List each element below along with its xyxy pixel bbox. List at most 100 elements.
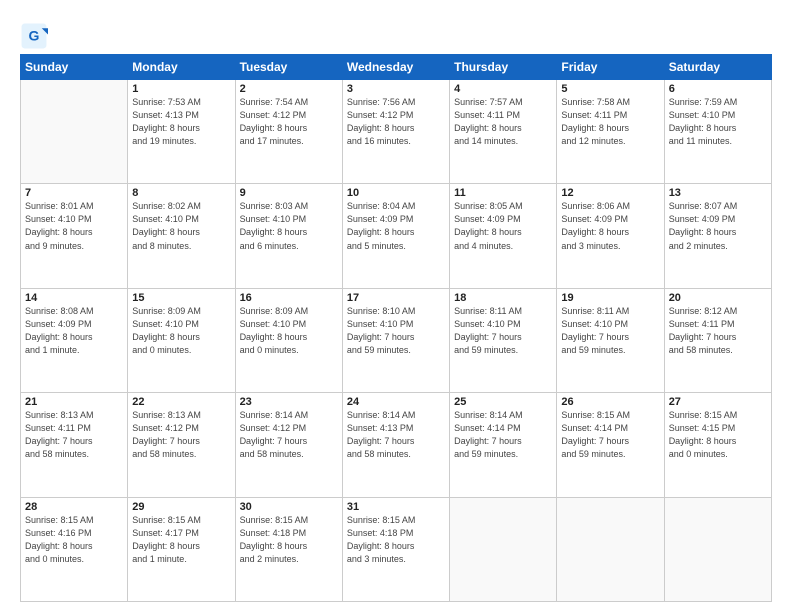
calendar-cell: 1Sunrise: 7:53 AM Sunset: 4:13 PM Daylig… (128, 80, 235, 184)
week-row-4: 21Sunrise: 8:13 AM Sunset: 4:11 PM Dayli… (21, 393, 772, 497)
calendar-cell: 22Sunrise: 8:13 AM Sunset: 4:12 PM Dayli… (128, 393, 235, 497)
day-number: 2 (240, 83, 338, 95)
calendar-cell: 2Sunrise: 7:54 AM Sunset: 4:12 PM Daylig… (235, 80, 342, 184)
calendar-cell (450, 497, 557, 601)
day-info: Sunrise: 8:07 AM Sunset: 4:09 PM Dayligh… (669, 200, 767, 252)
day-number: 30 (240, 501, 338, 513)
calendar-cell: 7Sunrise: 8:01 AM Sunset: 4:10 PM Daylig… (21, 184, 128, 288)
day-info: Sunrise: 8:14 AM Sunset: 4:13 PM Dayligh… (347, 409, 445, 461)
day-number: 13 (669, 187, 767, 199)
day-info: Sunrise: 8:11 AM Sunset: 4:10 PM Dayligh… (454, 305, 552, 357)
calendar-cell (557, 497, 664, 601)
week-row-2: 7Sunrise: 8:01 AM Sunset: 4:10 PM Daylig… (21, 184, 772, 288)
day-number: 6 (669, 83, 767, 95)
weekday-header-wednesday: Wednesday (342, 55, 449, 80)
calendar-cell: 14Sunrise: 8:08 AM Sunset: 4:09 PM Dayli… (21, 288, 128, 392)
day-info: Sunrise: 8:15 AM Sunset: 4:14 PM Dayligh… (561, 409, 659, 461)
week-row-3: 14Sunrise: 8:08 AM Sunset: 4:09 PM Dayli… (21, 288, 772, 392)
logo-icon: G (20, 22, 48, 50)
calendar-cell (664, 497, 771, 601)
day-number: 10 (347, 187, 445, 199)
day-info: Sunrise: 7:58 AM Sunset: 4:11 PM Dayligh… (561, 96, 659, 148)
day-info: Sunrise: 8:05 AM Sunset: 4:09 PM Dayligh… (454, 200, 552, 252)
day-info: Sunrise: 8:09 AM Sunset: 4:10 PM Dayligh… (132, 305, 230, 357)
calendar-cell: 16Sunrise: 8:09 AM Sunset: 4:10 PM Dayli… (235, 288, 342, 392)
day-number: 4 (454, 83, 552, 95)
day-info: Sunrise: 8:15 AM Sunset: 4:15 PM Dayligh… (669, 409, 767, 461)
day-number: 29 (132, 501, 230, 513)
day-info: Sunrise: 8:03 AM Sunset: 4:10 PM Dayligh… (240, 200, 338, 252)
calendar-table: SundayMondayTuesdayWednesdayThursdayFrid… (20, 54, 772, 602)
calendar-cell: 4Sunrise: 7:57 AM Sunset: 4:11 PM Daylig… (450, 80, 557, 184)
day-number: 1 (132, 83, 230, 95)
day-info: Sunrise: 8:10 AM Sunset: 4:10 PM Dayligh… (347, 305, 445, 357)
day-number: 5 (561, 83, 659, 95)
calendar-cell: 6Sunrise: 7:59 AM Sunset: 4:10 PM Daylig… (664, 80, 771, 184)
weekday-header-monday: Monday (128, 55, 235, 80)
calendar-cell (21, 80, 128, 184)
day-number: 18 (454, 292, 552, 304)
day-info: Sunrise: 8:15 AM Sunset: 4:18 PM Dayligh… (240, 514, 338, 566)
page: G SundayMondayTuesdayWednesdayThursdayFr… (0, 0, 792, 612)
day-info: Sunrise: 8:09 AM Sunset: 4:10 PM Dayligh… (240, 305, 338, 357)
calendar-cell: 3Sunrise: 7:56 AM Sunset: 4:12 PM Daylig… (342, 80, 449, 184)
day-info: Sunrise: 7:54 AM Sunset: 4:12 PM Dayligh… (240, 96, 338, 148)
day-info: Sunrise: 8:04 AM Sunset: 4:09 PM Dayligh… (347, 200, 445, 252)
calendar-cell: 10Sunrise: 8:04 AM Sunset: 4:09 PM Dayli… (342, 184, 449, 288)
day-info: Sunrise: 8:08 AM Sunset: 4:09 PM Dayligh… (25, 305, 123, 357)
day-info: Sunrise: 7:57 AM Sunset: 4:11 PM Dayligh… (454, 96, 552, 148)
day-number: 7 (25, 187, 123, 199)
day-number: 15 (132, 292, 230, 304)
day-info: Sunrise: 8:12 AM Sunset: 4:11 PM Dayligh… (669, 305, 767, 357)
calendar-cell: 17Sunrise: 8:10 AM Sunset: 4:10 PM Dayli… (342, 288, 449, 392)
calendar-cell: 31Sunrise: 8:15 AM Sunset: 4:18 PM Dayli… (342, 497, 449, 601)
calendar-cell: 28Sunrise: 8:15 AM Sunset: 4:16 PM Dayli… (21, 497, 128, 601)
weekday-header-saturday: Saturday (664, 55, 771, 80)
calendar-cell: 11Sunrise: 8:05 AM Sunset: 4:09 PM Dayli… (450, 184, 557, 288)
day-number: 17 (347, 292, 445, 304)
calendar-cell: 27Sunrise: 8:15 AM Sunset: 4:15 PM Dayli… (664, 393, 771, 497)
day-info: Sunrise: 8:11 AM Sunset: 4:10 PM Dayligh… (561, 305, 659, 357)
calendar-cell: 18Sunrise: 8:11 AM Sunset: 4:10 PM Dayli… (450, 288, 557, 392)
calendar-cell: 13Sunrise: 8:07 AM Sunset: 4:09 PM Dayli… (664, 184, 771, 288)
day-info: Sunrise: 7:53 AM Sunset: 4:13 PM Dayligh… (132, 96, 230, 148)
calendar-cell: 8Sunrise: 8:02 AM Sunset: 4:10 PM Daylig… (128, 184, 235, 288)
calendar-cell: 29Sunrise: 8:15 AM Sunset: 4:17 PM Dayli… (128, 497, 235, 601)
day-number: 14 (25, 292, 123, 304)
day-info: Sunrise: 7:56 AM Sunset: 4:12 PM Dayligh… (347, 96, 445, 148)
day-number: 28 (25, 501, 123, 513)
header: G (20, 18, 772, 50)
day-number: 3 (347, 83, 445, 95)
day-info: Sunrise: 8:02 AM Sunset: 4:10 PM Dayligh… (132, 200, 230, 252)
weekday-header-sunday: Sunday (21, 55, 128, 80)
calendar-cell: 21Sunrise: 8:13 AM Sunset: 4:11 PM Dayli… (21, 393, 128, 497)
day-number: 23 (240, 396, 338, 408)
day-info: Sunrise: 8:15 AM Sunset: 4:16 PM Dayligh… (25, 514, 123, 566)
logo: G (20, 22, 50, 50)
day-info: Sunrise: 8:14 AM Sunset: 4:14 PM Dayligh… (454, 409, 552, 461)
day-number: 19 (561, 292, 659, 304)
calendar-cell: 9Sunrise: 8:03 AM Sunset: 4:10 PM Daylig… (235, 184, 342, 288)
calendar-cell: 24Sunrise: 8:14 AM Sunset: 4:13 PM Dayli… (342, 393, 449, 497)
day-number: 26 (561, 396, 659, 408)
calendar-cell: 19Sunrise: 8:11 AM Sunset: 4:10 PM Dayli… (557, 288, 664, 392)
day-number: 27 (669, 396, 767, 408)
weekday-header-friday: Friday (557, 55, 664, 80)
day-info: Sunrise: 8:13 AM Sunset: 4:11 PM Dayligh… (25, 409, 123, 461)
calendar-cell: 15Sunrise: 8:09 AM Sunset: 4:10 PM Dayli… (128, 288, 235, 392)
day-number: 25 (454, 396, 552, 408)
day-number: 20 (669, 292, 767, 304)
weekday-header-row: SundayMondayTuesdayWednesdayThursdayFrid… (21, 55, 772, 80)
weekday-header-thursday: Thursday (450, 55, 557, 80)
day-info: Sunrise: 7:59 AM Sunset: 4:10 PM Dayligh… (669, 96, 767, 148)
day-info: Sunrise: 8:01 AM Sunset: 4:10 PM Dayligh… (25, 200, 123, 252)
day-number: 24 (347, 396, 445, 408)
week-row-5: 28Sunrise: 8:15 AM Sunset: 4:16 PM Dayli… (21, 497, 772, 601)
day-number: 9 (240, 187, 338, 199)
calendar-cell: 25Sunrise: 8:14 AM Sunset: 4:14 PM Dayli… (450, 393, 557, 497)
week-row-1: 1Sunrise: 7:53 AM Sunset: 4:13 PM Daylig… (21, 80, 772, 184)
day-number: 22 (132, 396, 230, 408)
calendar-cell: 20Sunrise: 8:12 AM Sunset: 4:11 PM Dayli… (664, 288, 771, 392)
calendar-cell: 5Sunrise: 7:58 AM Sunset: 4:11 PM Daylig… (557, 80, 664, 184)
svg-text:G: G (29, 28, 40, 44)
